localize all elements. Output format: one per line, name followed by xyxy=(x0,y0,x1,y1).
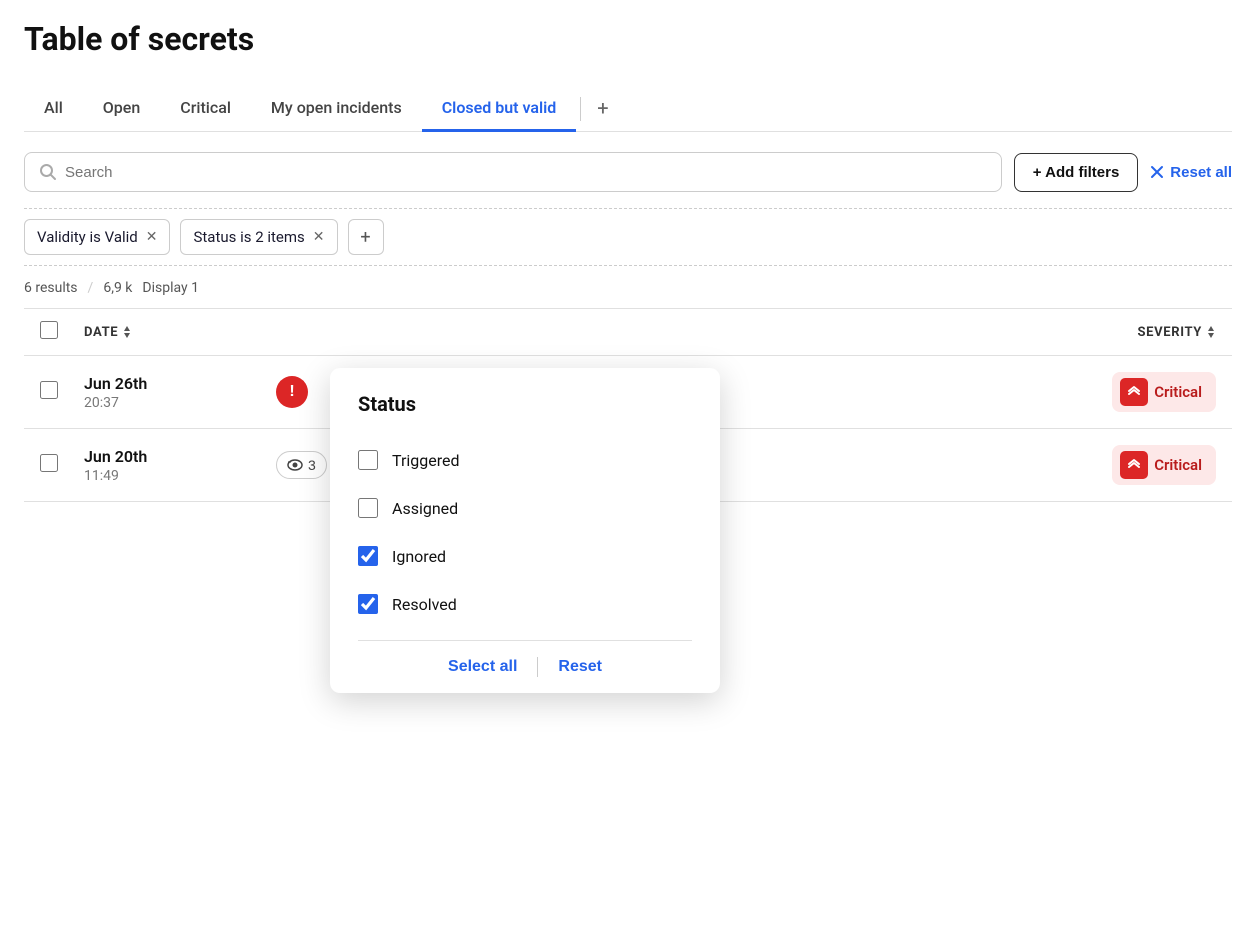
page-container: Table of secrets All Open Critical My op… xyxy=(0,0,1256,522)
eye-icon-button[interactable]: 3 xyxy=(276,451,327,479)
select-all-checkbox[interactable] xyxy=(40,321,58,339)
search-input[interactable] xyxy=(65,164,987,181)
dropdown-footer: Select all Reset xyxy=(358,640,692,693)
tabs-bar: All Open Critical My open incidents Clos… xyxy=(24,86,1232,132)
tab-critical[interactable]: Critical xyxy=(160,86,251,132)
row1-date-cell: Jun 26th 20:37 xyxy=(84,374,244,411)
option-assigned[interactable]: Assigned xyxy=(358,484,692,532)
row1-severity-label: Critical xyxy=(1154,383,1202,401)
results-count: 6 results xyxy=(24,280,78,296)
table-header-row: DATE SEVERITY xyxy=(24,309,1232,356)
reset-all-button[interactable]: Reset all xyxy=(1150,164,1232,181)
option-resolved-label: Resolved xyxy=(392,595,457,614)
filter-chip-add-button[interactable]: + xyxy=(348,219,384,255)
row2-severity-label: Critical xyxy=(1154,456,1202,474)
chevron-up-double-icon xyxy=(1127,458,1141,472)
chevron-up-double-icon xyxy=(1127,385,1141,399)
option-resolved-checkbox[interactable] xyxy=(358,594,378,614)
tab-open[interactable]: Open xyxy=(83,86,161,132)
display-label: Display 1 xyxy=(142,280,199,296)
row2-date: Jun 20th xyxy=(84,447,244,466)
close-icon xyxy=(1150,165,1164,179)
row2-icons: 3 xyxy=(276,451,327,479)
row1-severity-icon xyxy=(1120,378,1148,406)
option-triggered-label: Triggered xyxy=(392,451,460,470)
col-header-date[interactable]: DATE xyxy=(84,324,244,340)
filter-chip-status-label: Status is 2 items xyxy=(193,228,304,246)
results-total: 6,9 k xyxy=(103,280,132,296)
row2-date-cell: Jun 20th 11:49 xyxy=(84,447,244,484)
row2-checkbox-col xyxy=(40,454,68,476)
severity-sort-icon xyxy=(1206,324,1216,340)
row1-severity-cell: Critical xyxy=(1112,372,1216,412)
eye-count: 3 xyxy=(308,457,316,473)
option-assigned-checkbox[interactable] xyxy=(358,498,378,518)
option-ignored-checkbox[interactable] xyxy=(358,546,378,566)
status-dropdown: Status Triggered Assigned Ignored Resolv… xyxy=(330,368,720,693)
dropdown-title: Status xyxy=(358,392,692,416)
option-ignored[interactable]: Ignored xyxy=(358,532,692,580)
tab-add-button[interactable]: + xyxy=(585,88,620,131)
option-assigned-label: Assigned xyxy=(392,499,458,518)
eye-icon xyxy=(287,459,303,471)
filter-chip-validity-close[interactable]: ✕ xyxy=(146,230,158,244)
tab-divider xyxy=(580,97,581,121)
search-icon xyxy=(39,163,57,181)
results-sep: / xyxy=(88,280,94,296)
tab-all[interactable]: All xyxy=(24,86,83,132)
results-info: 6 results / 6,9 k Display 1 xyxy=(24,280,1232,296)
row1-icons: ! xyxy=(276,376,308,408)
alert-icon-button[interactable]: ! xyxy=(276,376,308,408)
filter-chip-validity[interactable]: Validity is Valid ✕ xyxy=(24,219,170,255)
search-box[interactable] xyxy=(24,152,1002,192)
row2-time: 11:49 xyxy=(84,468,244,484)
row1-checkbox[interactable] xyxy=(40,381,58,399)
row1-date: Jun 26th xyxy=(84,374,244,393)
row1-severity-badge: Critical xyxy=(1112,372,1216,412)
reset-button[interactable]: Reset xyxy=(538,658,622,676)
option-ignored-label: Ignored xyxy=(392,547,446,566)
row2-checkbox[interactable] xyxy=(40,454,58,472)
date-sort-icon xyxy=(122,324,132,340)
col-header-severity[interactable]: SEVERITY xyxy=(1138,324,1216,340)
filter-chips-row: Validity is Valid ✕ Status is 2 items ✕ … xyxy=(24,208,1232,266)
row1-time: 20:37 xyxy=(84,395,244,411)
tab-my-open-incidents[interactable]: My open incidents xyxy=(251,86,422,132)
filter-chip-status[interactable]: Status is 2 items ✕ xyxy=(180,219,337,255)
row2-severity-cell: Critical xyxy=(1112,445,1216,485)
filter-chip-validity-label: Validity is Valid xyxy=(37,228,138,246)
select-all-button[interactable]: Select all xyxy=(428,658,537,676)
option-resolved[interactable]: Resolved xyxy=(358,580,692,628)
dropdown-options: Triggered Assigned Ignored Resolved xyxy=(358,436,692,628)
row1-checkbox-col xyxy=(40,381,68,403)
filter-chip-status-close[interactable]: ✕ xyxy=(313,230,325,244)
page-title: Table of secrets xyxy=(24,20,1232,58)
option-triggered-checkbox[interactable] xyxy=(358,450,378,470)
header-checkbox-col xyxy=(40,321,68,343)
add-filters-button[interactable]: + Add filters xyxy=(1014,153,1139,192)
search-filter-row: + Add filters Reset all xyxy=(24,152,1232,192)
row2-severity-icon xyxy=(1120,451,1148,479)
option-triggered[interactable]: Triggered xyxy=(358,436,692,484)
tab-closed-but-valid[interactable]: Closed but valid xyxy=(422,86,577,132)
row2-severity-badge: Critical xyxy=(1112,445,1216,485)
